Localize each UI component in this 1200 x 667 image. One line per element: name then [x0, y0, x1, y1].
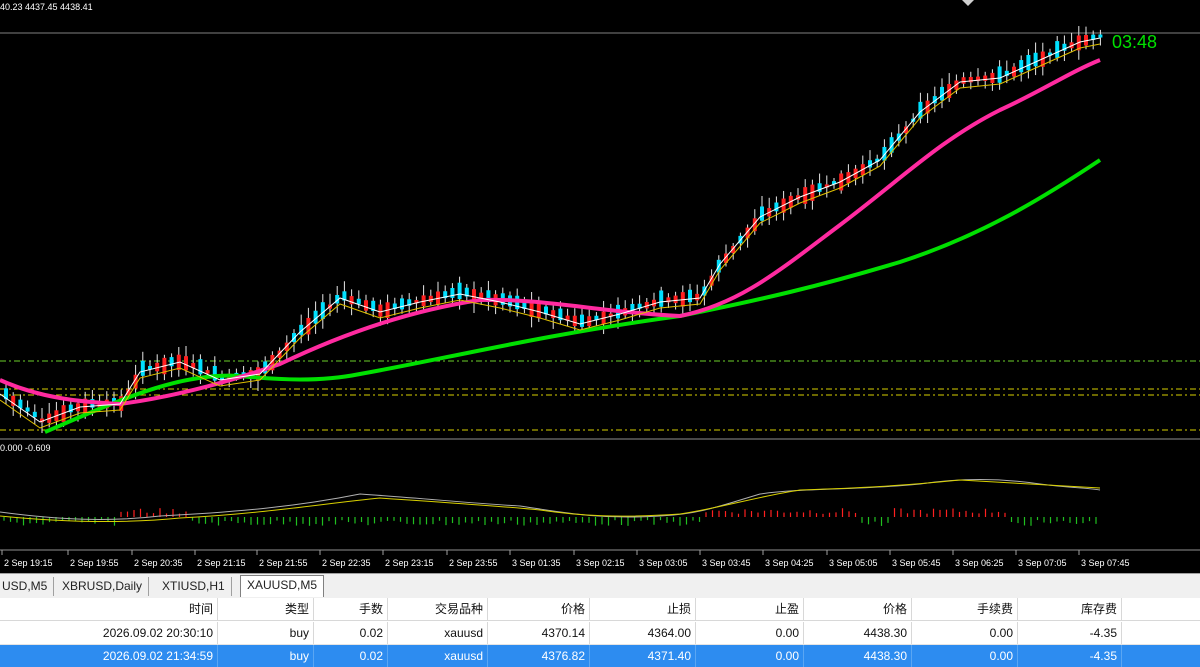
time-tick-label: 3 Sep 03:45 [702, 558, 751, 568]
candle-body [536, 303, 541, 319]
candle-body [428, 295, 433, 302]
cell-commission: 0.00 [912, 622, 1018, 644]
candle-body [1026, 54, 1031, 71]
time-tick-label: 2 Sep 19:15 [4, 558, 53, 568]
col-current-price[interactable]: 价格 [804, 598, 912, 620]
cell-current-price: 4438.30 [804, 622, 912, 644]
ohlc-readout: 40.23 4437.45 4438.41 [0, 2, 93, 12]
time-tick-label: 2 Sep 23:55 [449, 558, 498, 568]
cell-tp: 0.00 [696, 622, 804, 644]
col-commission[interactable]: 手续费 [912, 598, 1018, 620]
candle-body [659, 290, 664, 307]
candle-body [940, 86, 944, 101]
cell-symbol: xauusd [388, 622, 488, 644]
col-sl[interactable]: 止损 [590, 598, 696, 620]
time-tick-label: 3 Sep 07:45 [1081, 558, 1130, 568]
ma-slow-line [44, 158, 1102, 434]
time-tick-label: 3 Sep 06:25 [955, 558, 1004, 568]
candle-body [25, 407, 30, 412]
cell-time: 2026.09.02 20:30:10 [0, 622, 218, 644]
time-tick-label: 3 Sep 03:05 [639, 558, 688, 568]
time-tick-label: 2 Sep 21:55 [259, 558, 308, 568]
candle-body [140, 360, 145, 376]
candle-body [673, 295, 678, 304]
time-tick-label: 2 Sep 20:35 [134, 558, 183, 568]
table-row[interactable]: 2026.09.02 20:30:10 buy 0.02 xauusd 4370… [0, 622, 1200, 645]
candle-body [695, 293, 700, 301]
candle-body [997, 66, 1002, 83]
candle-body [320, 302, 325, 320]
cell-price: 4370.14 [488, 622, 590, 644]
candle-body [688, 289, 692, 303]
time-tick-label: 3 Sep 01:35 [512, 558, 561, 568]
tab-xauusd-m5[interactable]: XAUUSD,M5 [240, 575, 325, 597]
candles-group [4, 26, 1103, 433]
shift-marker-icon[interactable] [962, 0, 974, 6]
col-tp[interactable]: 止盈 [696, 598, 804, 620]
chart-canvas[interactable]: 2 Sep 19:15 2 Sep 19:55 2 Sep 20:35 2 Sep 2… [0, 0, 1200, 573]
cell-sl: 4364.00 [590, 622, 696, 644]
cell-lots: 0.02 [314, 622, 388, 644]
candle-body [32, 411, 37, 418]
col-symbol[interactable]: 交易品种 [388, 598, 488, 620]
time-tick-label: 2 Sep 19:55 [70, 558, 119, 568]
cell-type: buy [218, 622, 314, 644]
price-chart[interactable]: 2 Sep 19:15 2 Sep 19:55 2 Sep 20:35 2 Sep 2… [0, 0, 1200, 573]
candle-body [760, 206, 764, 221]
time-tick-label: 3 Sep 07:05 [1018, 558, 1067, 568]
candle-body [961, 77, 966, 84]
table-header: 时间 类型 手数 交易品种 价格 止损 止盈 价格 手续费 库存费 [0, 598, 1200, 621]
col-price[interactable]: 价格 [488, 598, 590, 620]
bar-countdown: 03:48 [1112, 32, 1158, 52]
time-tick-label: 3 Sep 05:05 [829, 558, 878, 568]
tab-usd-m5[interactable]: USD,M5 [0, 577, 55, 596]
candle-body [1033, 52, 1038, 67]
time-axis: 2 Sep 19:15 2 Sep 19:55 2 Sep 20:35 2 Sep 2… [1, 550, 1130, 568]
candle-body [457, 282, 462, 299]
candle-body [1055, 41, 1060, 58]
time-tick-label: 2 Sep 22:35 [322, 558, 371, 568]
oscillator-pane [0, 479, 1101, 526]
tab-xbrusd-daily[interactable]: XBRUSD,Daily [56, 577, 150, 596]
candle-body [400, 298, 404, 310]
candle-body [378, 304, 383, 317]
candle-body [184, 356, 188, 371]
tab-xtiusd-h1[interactable]: XTIUSD,H1 [156, 577, 232, 596]
time-tick-label: 2 Sep 23:15 [385, 558, 434, 568]
orders-table: 时间 类型 手数 交易品种 价格 止损 止盈 价格 手续费 库存费 2026.0… [0, 598, 1200, 667]
col-type[interactable]: 类型 [218, 598, 314, 620]
candle-body [205, 370, 210, 374]
candle-body [551, 310, 556, 319]
candle-body [1019, 60, 1024, 73]
candle-body [1098, 34, 1103, 38]
candle-body [580, 314, 584, 327]
time-tick-label: 2 Sep 21:15 [197, 558, 246, 568]
candle-body [450, 287, 455, 298]
candle-body [356, 298, 361, 304]
cell-swap: -4.35 [1018, 622, 1122, 644]
candle-body [990, 72, 995, 84]
col-swap[interactable]: 库存费 [1018, 598, 1122, 620]
col-time[interactable]: 时间 [0, 598, 218, 620]
col-lots[interactable]: 手数 [314, 598, 388, 620]
signal-line [0, 479, 1101, 520]
chart-tabs: USD,M5 XBRUSD,Daily XTIUSD,H1 XAUUSD,M5 [0, 573, 1200, 598]
candle-body [364, 300, 368, 311]
time-tick-label: 3 Sep 02:15 [576, 558, 625, 568]
indicator-readout: 0.000 -0.609 [0, 443, 51, 453]
time-tick-label: 3 Sep 05:45 [892, 558, 941, 568]
time-tick-label: 3 Sep 04:25 [765, 558, 814, 568]
candle-body [572, 315, 577, 327]
